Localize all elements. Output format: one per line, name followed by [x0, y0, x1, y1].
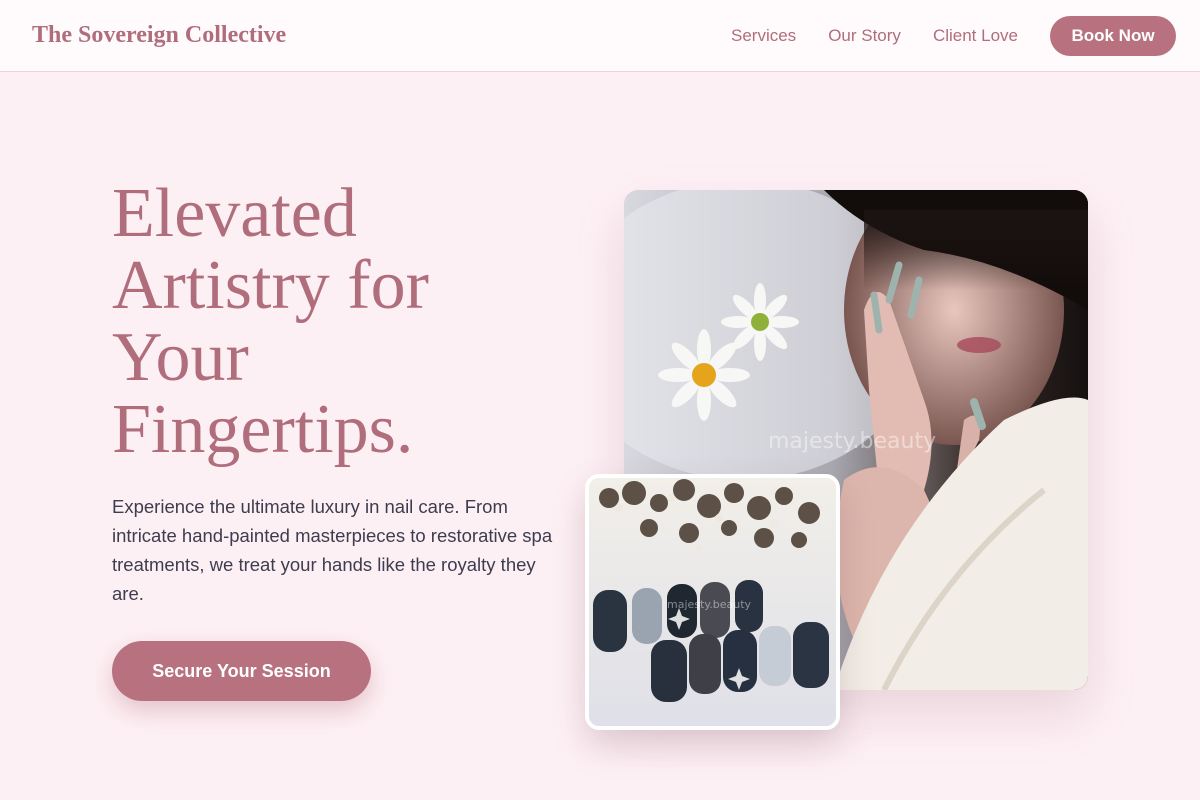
nav-link-our-story[interactable]: Our Story [828, 26, 901, 46]
hero-title-line: Your [112, 319, 249, 396]
nav-links: Services Our Story Client Love Book Now [699, 15, 1176, 56]
top-navigation: The Sovereign Collective Services Our St… [0, 0, 1200, 72]
small-photo-watermark: majesty.beauty [667, 598, 752, 611]
brand-logo[interactable]: The Sovereign Collective [32, 22, 286, 49]
secure-session-button[interactable]: Secure Your Session [112, 641, 371, 701]
hero-title-line: Artistry for [112, 247, 429, 324]
hero-description: Experience the ultimate luxury in nail c… [112, 496, 553, 604]
main-photo-watermark: majesty.beauty [768, 429, 936, 454]
nav-link-services[interactable]: Services [731, 26, 796, 46]
hero-title-line: Fingertips. [112, 391, 414, 468]
hero-title: Elevated Artistry for Your Fingertips. [112, 178, 572, 466]
nail-set-photo: majesty.beauty [585, 474, 840, 730]
nav-link-client-love[interactable]: Client Love [933, 26, 1018, 46]
hero-title-line: Elevated [112, 175, 357, 252]
book-now-button[interactable]: Book Now [1050, 15, 1176, 56]
